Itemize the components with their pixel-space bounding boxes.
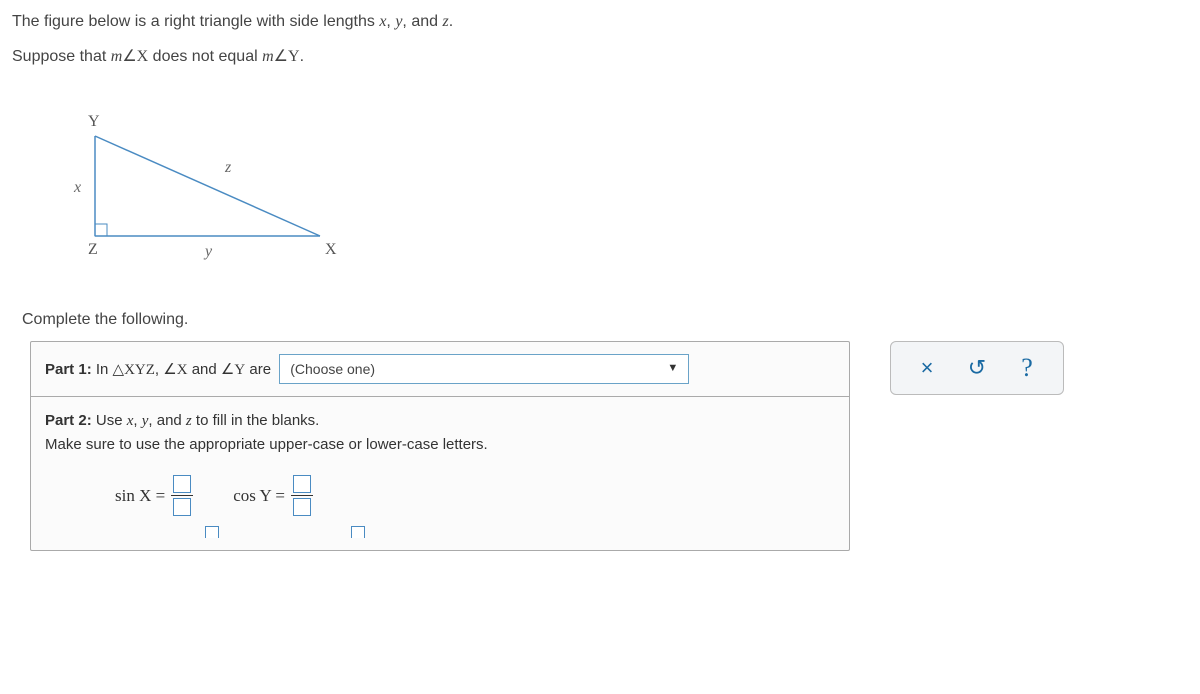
toolbar: × ↺ ? [890, 341, 1064, 395]
close-icon: × [921, 355, 934, 381]
chevron-down-icon: ▼ [667, 360, 678, 378]
m-1: m [111, 48, 123, 65]
help-button[interactable]: ? [1013, 354, 1041, 382]
p1-angle-x: ∠X [163, 362, 187, 378]
reset-icon: ↺ [968, 355, 986, 381]
side-z-label: z [225, 159, 231, 177]
angle-x: ∠X [122, 48, 148, 65]
p2-instruction: Make sure to use the appropriate upper-c… [45, 433, 835, 457]
sin-x-fraction [171, 475, 193, 516]
sin-x-denominator-input[interactable] [173, 498, 191, 516]
help-icon: ? [1021, 353, 1033, 383]
p2-c1: , [133, 412, 141, 429]
part-1-row: Part 1: In △XYZ, ∠X and ∠Y are (Choose o… [31, 342, 849, 397]
choose-text: (Choose one) [290, 358, 375, 380]
suppose-text: Suppose that [12, 48, 111, 65]
vertex-y-label: Y [88, 113, 100, 131]
m-2: m [262, 48, 274, 65]
angle-y: ∠Y [274, 48, 300, 65]
vertex-x-label: X [325, 241, 337, 259]
sin-x-equation: sin X = [115, 475, 193, 516]
side-y-label: y [205, 243, 212, 261]
side-x-label: x [74, 179, 81, 197]
extra-boxes [205, 526, 835, 538]
part-1-label: Part 1: [45, 361, 92, 378]
close-button[interactable]: × [913, 354, 941, 382]
intro-line-2: Suppose that m∠X does not equal m∠Y. [12, 43, 1188, 72]
question-box: Part 1: In △XYZ, ∠X and ∠Y are (Choose o… [30, 341, 850, 551]
p2-use: Use [92, 412, 127, 429]
part-2-label: Part 2: [45, 412, 92, 429]
cos-y-label: cos Y = [233, 482, 285, 509]
fraction-line [171, 495, 193, 496]
comma-and: , and [402, 13, 442, 30]
choose-one-dropdown[interactable]: (Choose one) ▼ [279, 354, 689, 384]
sin-x-numerator-input[interactable] [173, 475, 191, 493]
p1-angle-y: ∠Y [221, 362, 245, 378]
p1-comma: , [155, 361, 163, 378]
intro-line-1: The figure below is a right triangle wit… [12, 8, 1188, 37]
not-equal: does not equal [148, 48, 262, 65]
triangle-name: △XYZ [113, 362, 155, 378]
cos-y-fraction [291, 475, 313, 516]
period: . [449, 13, 453, 30]
extra-box-2[interactable] [351, 526, 365, 538]
equation-row: sin X = cos Y = [115, 475, 835, 516]
p2-fill: to fill in the blanks. [192, 412, 320, 429]
reset-button[interactable]: ↺ [963, 354, 991, 382]
fraction-line [291, 495, 313, 496]
comma: , [386, 13, 395, 30]
complete-instruction: Complete the following. [22, 311, 1200, 329]
p1-in: In [92, 361, 113, 378]
p1-and: and [188, 361, 221, 378]
cos-y-denominator-input[interactable] [293, 498, 311, 516]
cos-y-numerator-input[interactable] [293, 475, 311, 493]
intro-text: The figure below is a right triangle wit… [12, 13, 379, 30]
part-2-row: Part 2: Use x, y, and z to fill in the b… [31, 397, 849, 550]
cos-y-equation: cos Y = [233, 475, 313, 516]
extra-box-1[interactable] [205, 526, 219, 538]
vertex-z-label: Z [88, 241, 98, 259]
p1-are: are [245, 361, 275, 378]
sin-x-label: sin X = [115, 482, 165, 509]
p2-and: , and [148, 412, 186, 429]
period-2: . [300, 48, 304, 65]
problem-intro: The figure below is a right triangle wit… [0, 0, 1200, 86]
triangle-figure: Y X Z x y z [70, 121, 350, 281]
